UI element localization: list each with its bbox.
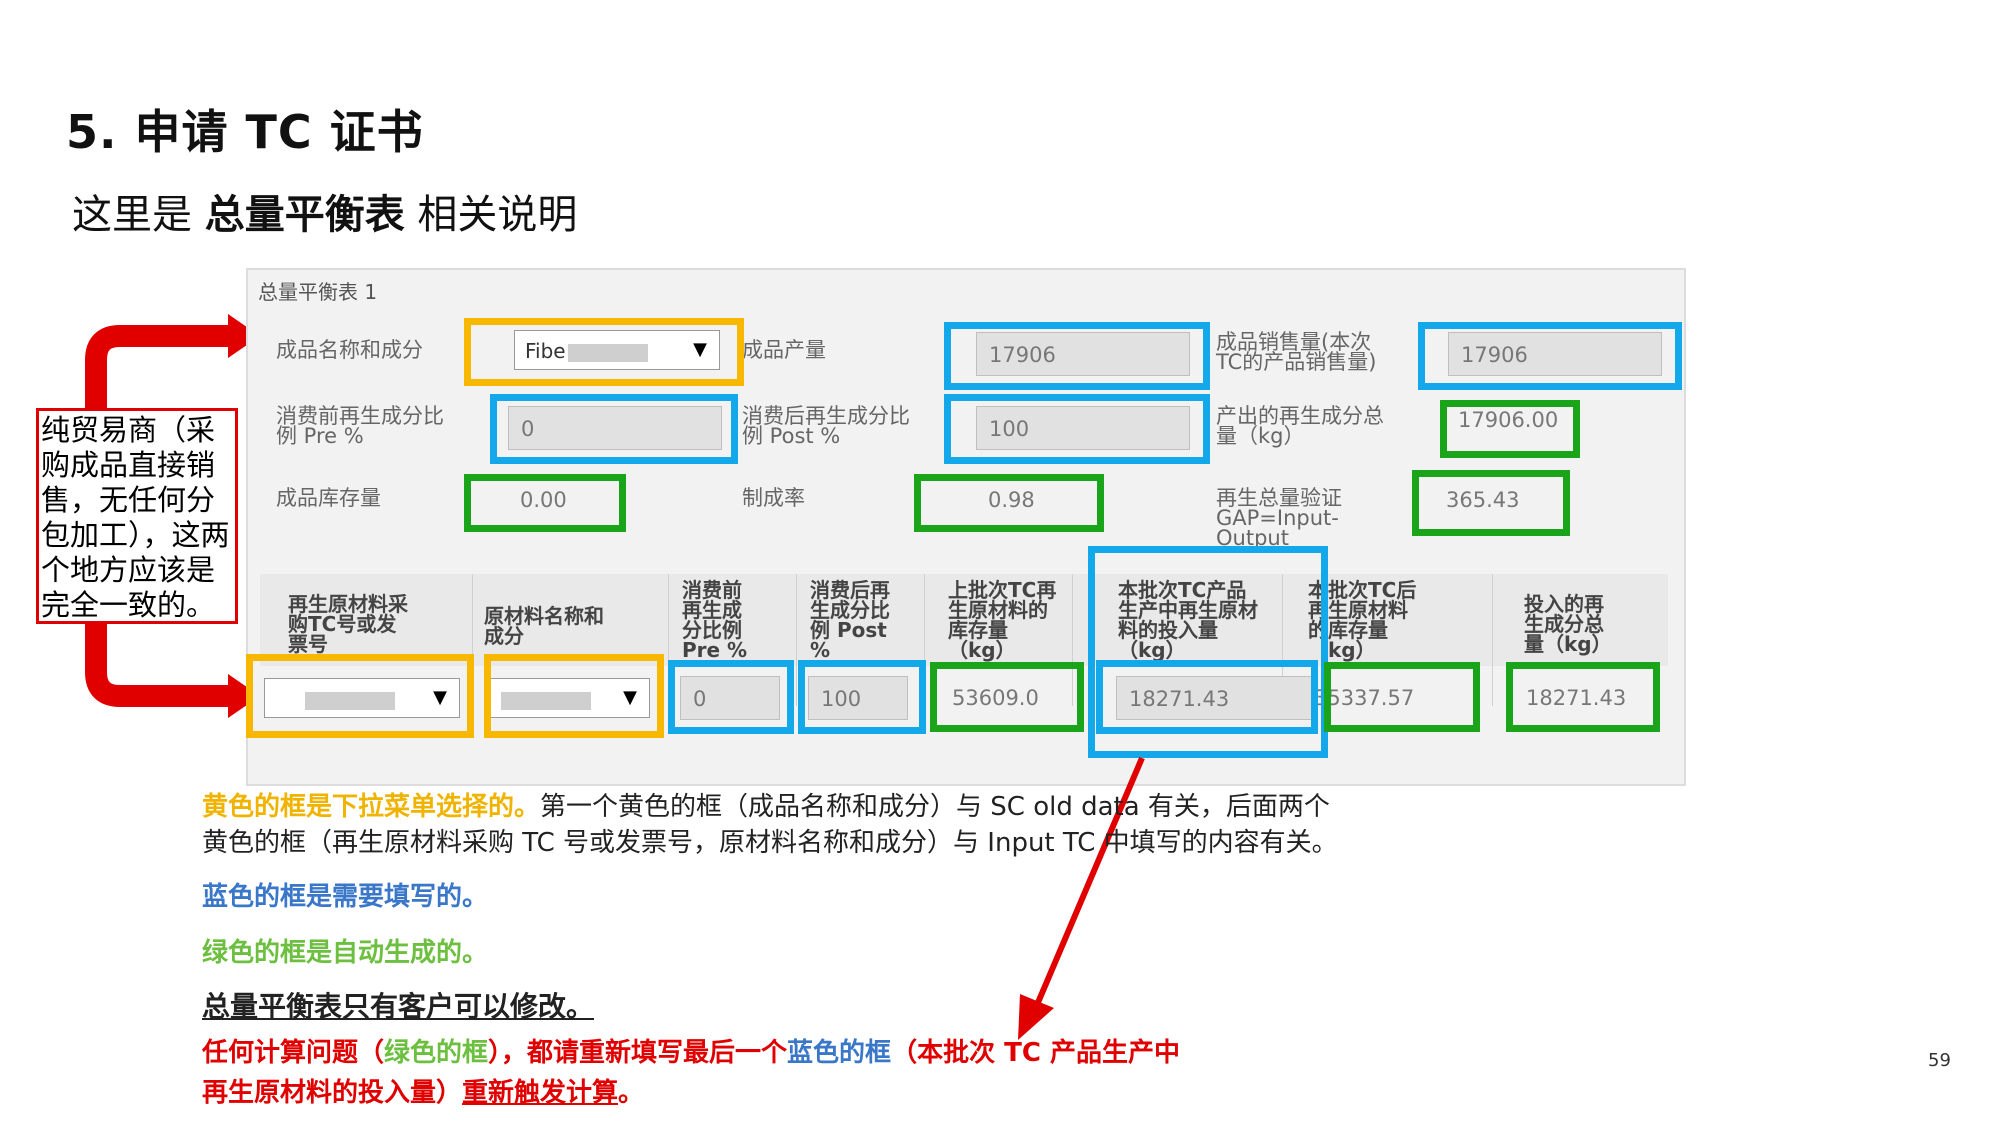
yellow-highlight <box>484 654 664 738</box>
post-ratio-label: 消费后再生成分比例 Post % <box>742 404 910 448</box>
yellow-highlight <box>246 654 474 738</box>
blue-highlight <box>1096 660 1318 734</box>
th-post: 消费后再 生成分比例 Post% <box>810 578 890 662</box>
panel-title: 总量平衡表 1 <box>258 280 378 304</box>
green-highlight <box>914 474 1104 532</box>
th-pre: 消费前 再生成 分比例 Pre % <box>682 578 748 662</box>
stock-label: 成品库存量 <box>276 486 381 510</box>
blue-highlight <box>798 660 926 734</box>
gap-label: 再生总量验证 GAP=Input- Output <box>1216 486 1342 550</box>
green-highlight <box>1324 662 1480 732</box>
blue-highlight <box>944 394 1210 464</box>
desc-line-1: 黄色的框是下拉菜单选择的。第一个黄色的框（成品名称和成分）与 SC old da… <box>202 792 1330 822</box>
desc-line-2: 黄色的框（再生原材料采购 TC 号或发票号，原材料名称和成分）与 Input T… <box>202 828 1338 858</box>
blue-highlight <box>490 394 738 464</box>
green-highlight <box>1412 470 1570 536</box>
recycled-total-label: 产出的再生成分总 量（kg） <box>1216 404 1384 448</box>
product-output-label: 成品产量 <box>742 338 826 362</box>
green-highlight <box>930 662 1084 732</box>
desc-line-customer: 总量平衡表只有客户可以修改。 <box>202 990 595 1023</box>
yield-label: 制成率 <box>742 486 805 510</box>
page-number: 59 <box>1928 1050 1951 1071</box>
slide-title: 5. 申请 TC 证书 <box>66 105 424 159</box>
green-highlight <box>1506 662 1660 732</box>
trader-note: 纯贸易商（采购成品直接销售，无任何分包加工），这两个地方应该是完全一致的。 <box>36 408 238 624</box>
blue-highlight <box>1418 322 1682 390</box>
pre-ratio-label: 消费前再生成分比例 Pre % <box>276 404 444 448</box>
yellow-highlight <box>464 318 744 386</box>
desc-line-green: 绿色的框是自动生成的。 <box>202 938 489 968</box>
column-divider <box>796 574 797 706</box>
product-sales-label: 成品销售量(本次 TC的产品销售量) <box>1216 330 1377 374</box>
desc-line-7: 再生原材料的投入量）重新触发计算。 <box>202 1078 645 1108</box>
th-material-name: 原材料名称和 成分 <box>484 604 604 648</box>
product-name-label: 成品名称和成分 <box>276 338 423 362</box>
blue-highlight <box>668 660 794 734</box>
th-prev-stock: 上批次TC再 生原材料的 库存量 （kg） <box>948 578 1057 662</box>
th-tc-number: 再生原材料采 购TC号或发 票号 <box>288 592 408 656</box>
slide-subtitle: 这里是 总量平衡表 相关说明 <box>72 192 578 238</box>
desc-line-6: 任何计算问题（绿色的框），都请重新填写最后一个蓝色的框（本批次 TC 产品生产中 <box>202 1038 1180 1068</box>
green-highlight <box>464 474 626 532</box>
green-highlight <box>1440 400 1580 458</box>
th-total-input: 投入的再 生成分总 量（kg） <box>1524 592 1612 656</box>
column-divider <box>1492 574 1493 706</box>
desc-line-blue: 蓝色的框是需要填写的。 <box>202 882 489 912</box>
blue-highlight <box>944 322 1210 390</box>
